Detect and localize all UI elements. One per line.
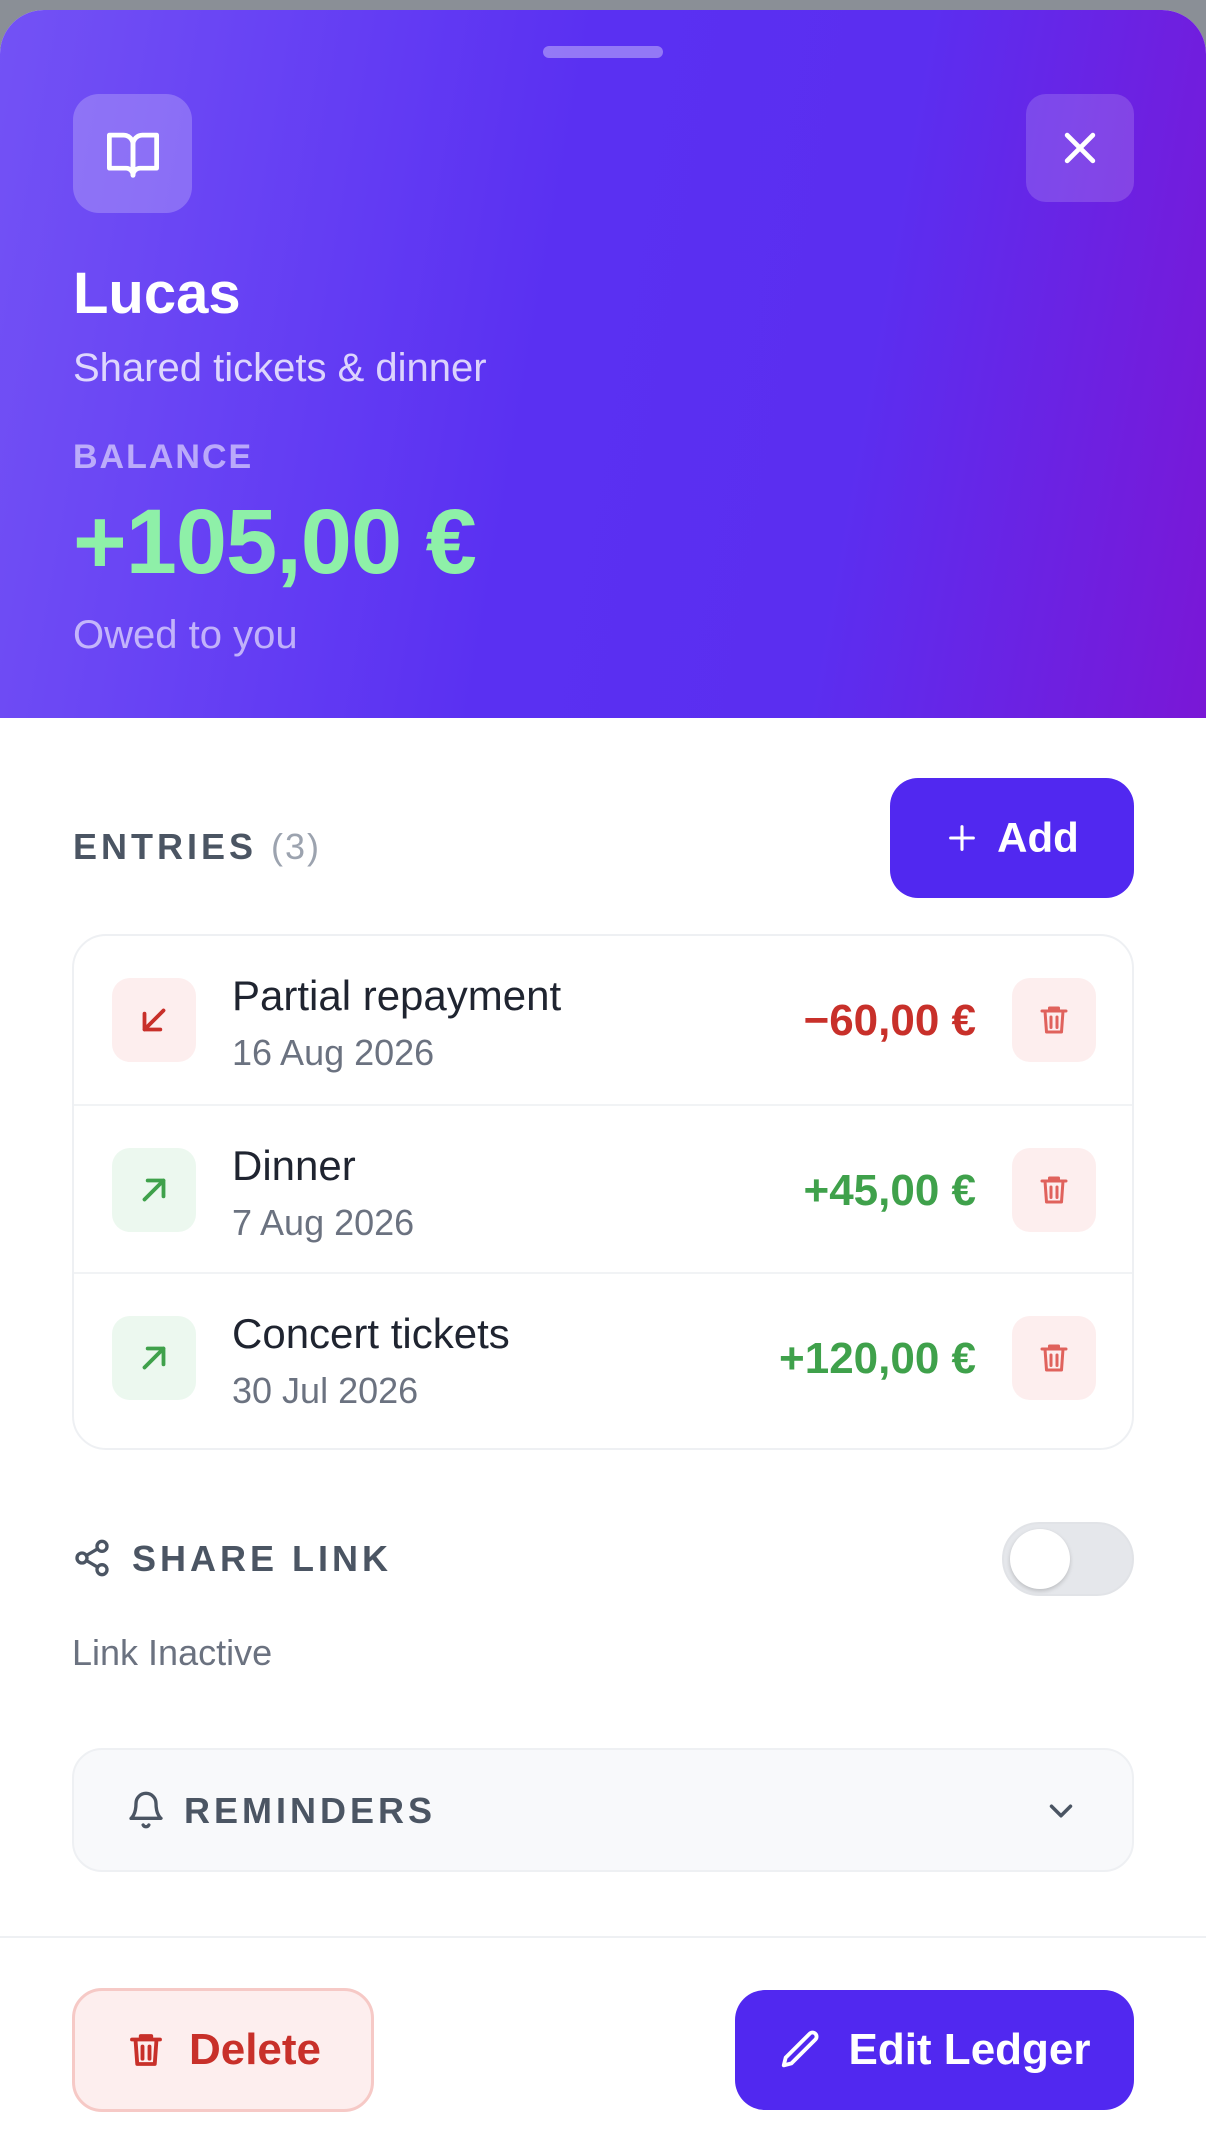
reminders-accordion[interactable]: REMINDERS: [72, 1748, 1134, 1872]
entry-title: Partial repayment: [232, 972, 562, 1019]
arrow-up-right-icon: [112, 1148, 196, 1232]
entries-list: Partial repayment 16 Aug 2026 −60,00 € D…: [72, 934, 1134, 1450]
ledger-header: Lucas Shared tickets & dinner BALANCE +1…: [0, 10, 1206, 718]
close-button[interactable]: [1026, 94, 1134, 202]
pencil-icon: [782, 2030, 819, 2068]
share-link-status: Link Inactive: [72, 1632, 273, 1673]
delete-ledger-label: Delete: [188, 2025, 322, 2074]
ledger-sheet: Lucas Shared tickets & dinner BALANCE +1…: [0, 10, 1206, 2149]
share-link-label: SHARE LINK: [132, 1538, 393, 1579]
balance-value: +105,00 €: [73, 491, 477, 593]
trash-icon: [1040, 1176, 1068, 1204]
entry-date: 7 Aug 2026: [232, 1202, 415, 1243]
delete-ledger-button[interactable]: Delete: [72, 1988, 374, 2112]
entries-count: (3): [271, 826, 322, 867]
delete-entry-button[interactable]: [1012, 978, 1096, 1062]
chevron-down-icon: [1042, 1792, 1080, 1835]
book-icon: [73, 94, 192, 213]
ledger-name: Lucas: [73, 261, 241, 326]
list-item[interactable]: Partial repayment 16 Aug 2026 −60,00 €: [74, 936, 1132, 1104]
trash-icon: [130, 2034, 162, 2066]
delete-entry-button[interactable]: [1012, 1148, 1096, 1232]
share-link-toggle[interactable]: [1002, 1522, 1134, 1596]
entry-date: 16 Aug 2026: [232, 1032, 435, 1073]
delete-entry-button[interactable]: [1012, 1316, 1096, 1400]
add-entry-label: Add: [997, 814, 1079, 861]
entry-title: Concert tickets: [232, 1310, 510, 1357]
edit-ledger-label: Edit Ledger: [848, 2025, 1091, 2074]
entry-date: 30 Jul 2026: [232, 1370, 419, 1411]
share-icon: [72, 1538, 112, 1583]
entries-heading: ENTRIES (3): [73, 826, 321, 868]
trash-icon: [1040, 1006, 1068, 1034]
reminders-label: REMINDERS: [184, 1790, 437, 1831]
footer-actions: Delete Edit Ledger: [0, 1936, 1206, 2149]
bell-icon: [126, 1790, 166, 1835]
entry-title: Dinner: [232, 1142, 356, 1189]
list-item[interactable]: Dinner 7 Aug 2026 +45,00 €: [74, 1104, 1132, 1272]
balance-label: BALANCE: [73, 438, 254, 476]
plus-icon: [949, 825, 976, 851]
entry-amount: −60,00 €: [803, 996, 977, 1045]
toggle-knob: [1010, 1529, 1070, 1589]
drag-handle[interactable]: [543, 46, 663, 58]
close-icon: [1064, 132, 1096, 164]
entry-amount: +120,00 €: [779, 1334, 976, 1383]
add-entry-button[interactable]: Add: [890, 778, 1134, 898]
arrow-up-right-icon: [112, 1316, 196, 1400]
ledger-description: Shared tickets & dinner: [73, 346, 487, 390]
entries-heading-label: ENTRIES: [73, 826, 258, 867]
arrow-down-left-icon: [112, 978, 196, 1062]
balance-status: Owed to you: [73, 613, 298, 657]
list-item[interactable]: Concert tickets 30 Jul 2026 +120,00 €: [74, 1272, 1132, 1440]
entry-amount: +45,00 €: [803, 1166, 977, 1215]
edit-ledger-button[interactable]: Edit Ledger: [735, 1990, 1134, 2110]
trash-icon: [1040, 1344, 1068, 1372]
